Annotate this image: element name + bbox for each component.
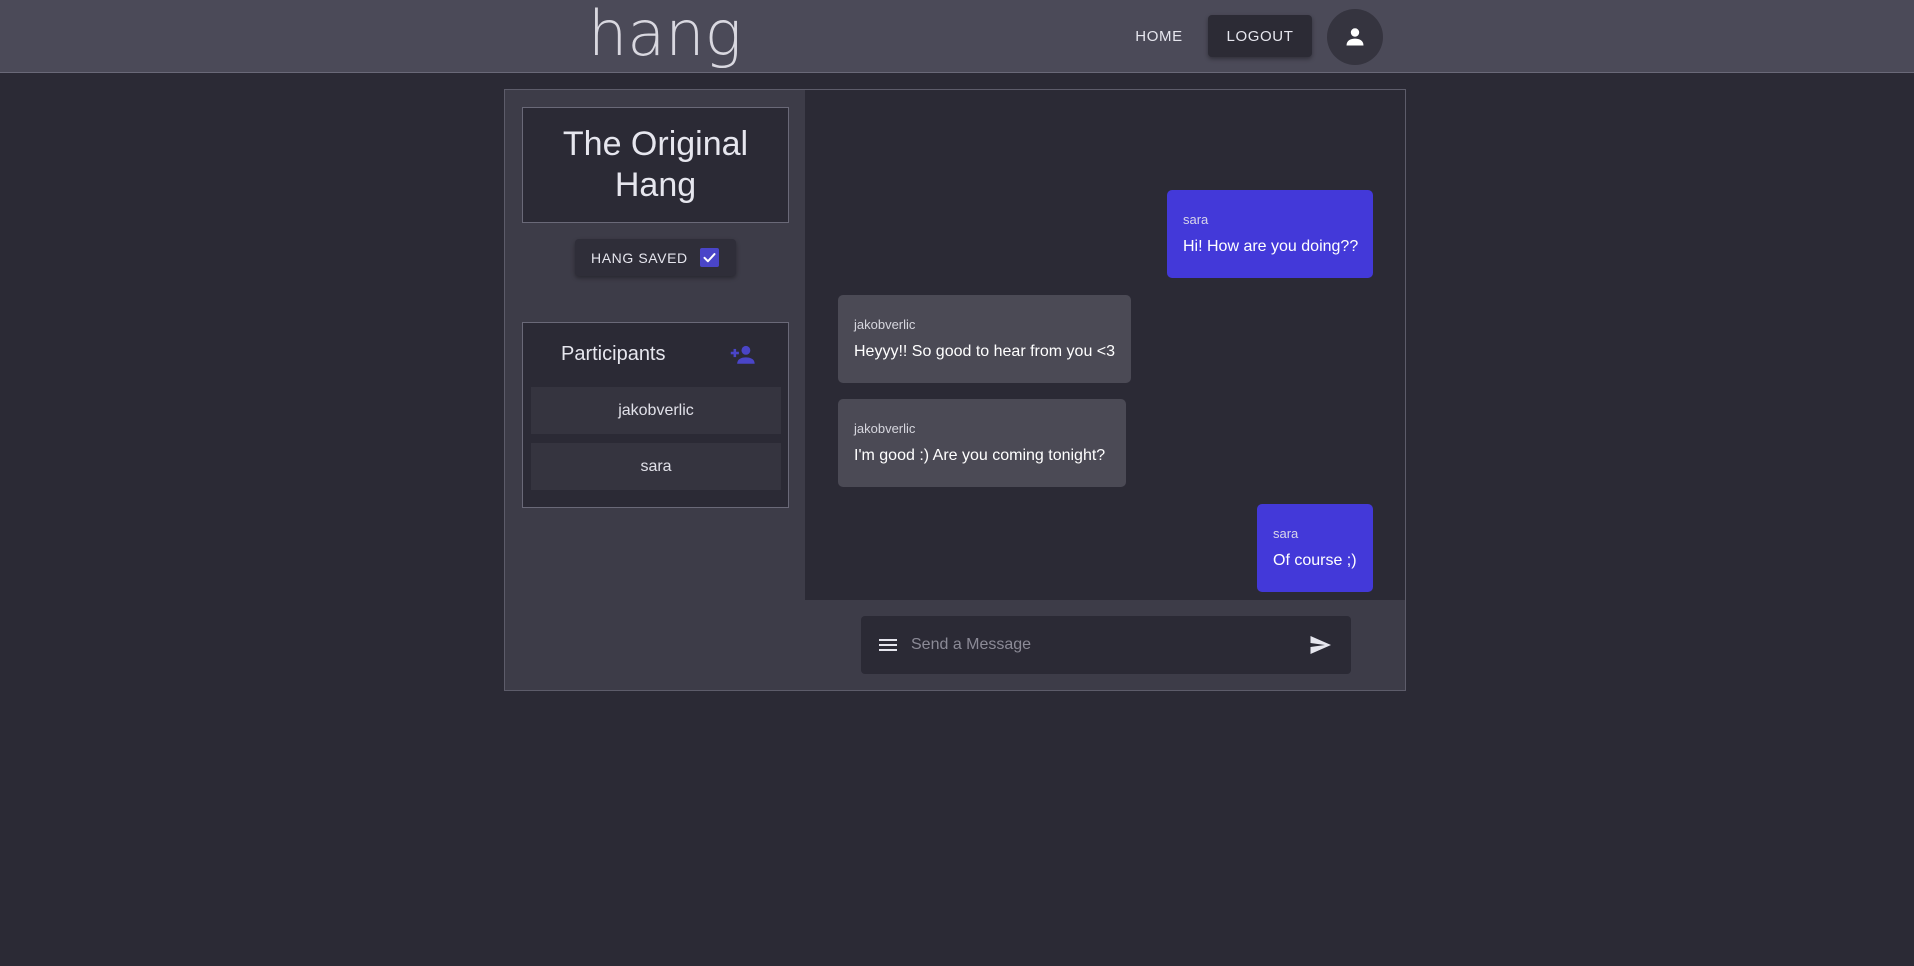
menu-icon[interactable] — [877, 635, 899, 655]
hang-saved-checkbox[interactable] — [700, 248, 719, 267]
account-button[interactable] — [1327, 9, 1383, 65]
participant-item[interactable]: jakobverlic — [531, 387, 781, 434]
message-bubble: sara Hi! How are you doing?? — [1167, 190, 1373, 278]
top-bar: hang HOME LOGOUT — [0, 0, 1914, 73]
hang-title-card: The Original Hang — [522, 107, 789, 223]
participants-card: Participants jakobverlic sara — [522, 322, 789, 508]
message-author: sara — [1183, 212, 1209, 227]
hang-panel: The Original Hang HANG SAVED Participant… — [504, 89, 1406, 691]
hang-title: The Original Hang — [562, 125, 749, 204]
app-logo[interactable]: hang — [588, 0, 742, 72]
person-icon — [1346, 28, 1364, 46]
hang-saved-label: HANG SAVED — [591, 249, 688, 266]
message-author: sara — [1273, 526, 1299, 541]
message-input[interactable] — [909, 626, 1289, 664]
message-bubble: jakobverlic Heyyy!! So good to hear from… — [838, 295, 1131, 383]
message-text: Heyyy!! So good to hear from you <3 — [854, 343, 1116, 360]
message-author: jakobverlic — [854, 317, 916, 332]
message-bubble: sara Of course ;) — [1257, 504, 1373, 592]
message-text: I'm good :) Are you coming tonight? — [854, 447, 1106, 464]
message-author: jakobverlic — [854, 421, 916, 436]
hang-sidebar: The Original Hang HANG SAVED Participant… — [505, 90, 805, 690]
message-bubble: jakobverlic I'm good :) Are you coming t… — [838, 399, 1126, 487]
checkmark-icon — [703, 253, 716, 263]
home-link[interactable]: HOME — [1121, 15, 1197, 57]
message-text: Hi! How are you doing?? — [1183, 238, 1359, 255]
add-participant-button[interactable] — [729, 341, 757, 369]
participants-title: Participants — [561, 343, 666, 365]
person-add-icon — [730, 345, 755, 364]
participant-item[interactable]: sara — [531, 443, 781, 490]
composer-area — [805, 600, 1405, 690]
chat-messages: sara Hi! How are you doing?? jakobverlic… — [805, 90, 1405, 600]
message-composer — [861, 616, 1351, 674]
hang-saved-button[interactable]: HANG SAVED — [575, 239, 736, 276]
logout-button[interactable]: LOGOUT — [1208, 15, 1312, 57]
send-icon[interactable] — [1307, 633, 1333, 657]
message-text: Of course ;) — [1273, 552, 1357, 569]
